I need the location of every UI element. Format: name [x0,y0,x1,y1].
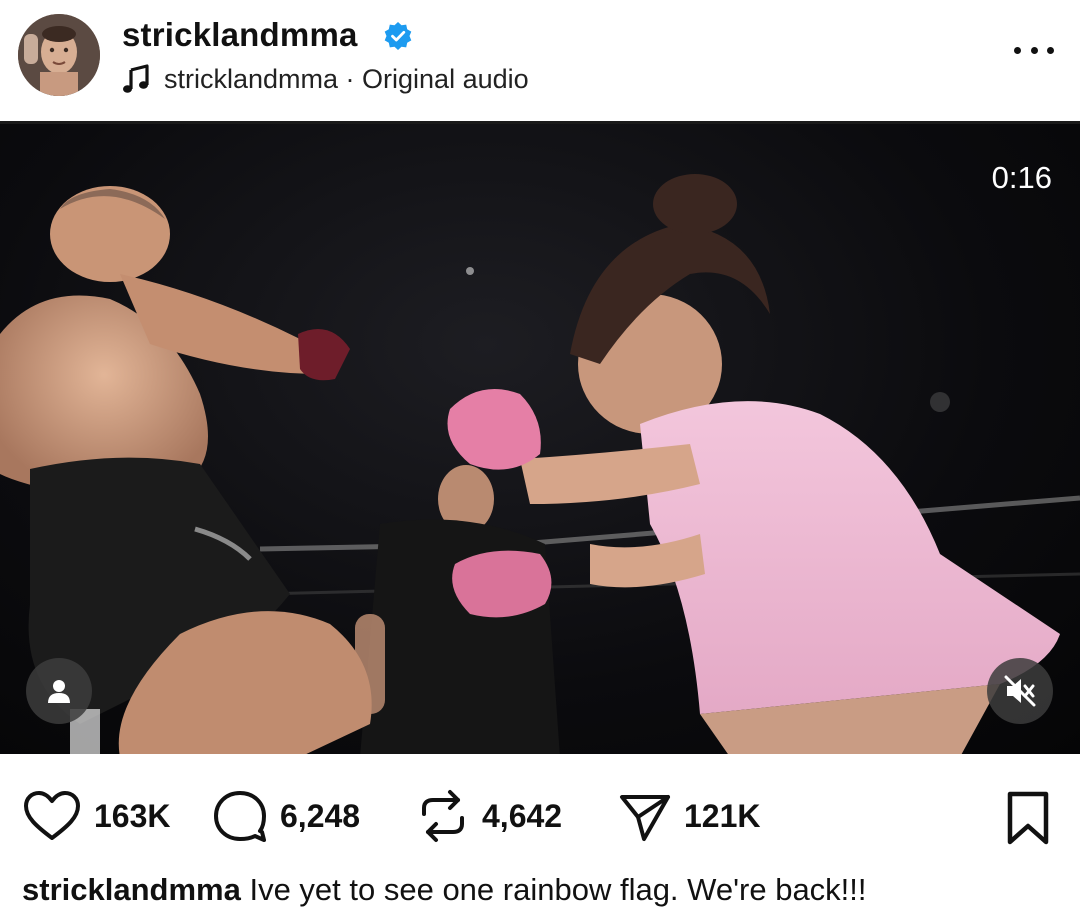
more-horizontal-icon [1014,46,1021,54]
caption-username[interactable]: stricklandmma [22,872,241,907]
user-tag-icon [48,680,70,703]
music-note-icon [123,64,149,93]
more-dot [1030,46,1038,54]
post-username[interactable]: stricklandmma [122,16,358,54]
caption-text: Ive yet to see one rainbow flag. We're b… [249,872,867,907]
muted-speaker-icon [1004,675,1036,707]
heart-icon [24,791,80,840]
video-frame [0,174,1080,754]
repost-button[interactable]: 4,642 [416,788,562,844]
more-options-button[interactable] [1014,40,1054,60]
repost-icon [422,790,464,842]
comment-count: 6,248 [280,797,361,834]
avatar[interactable] [18,14,100,96]
audio-label: stricklandmma · Original audio [164,63,529,94]
video-timestamp: 0:16 [991,160,1052,195]
verified-badge-icon [384,22,412,50]
action-bar: 163K 6,248 4,642 121K [0,780,1080,852]
bookmark-icon[interactable] [1002,790,1054,846]
paper-plane-icon [620,795,670,841]
comment-bubble-icon [214,791,266,842]
mute-toggle-button[interactable] [987,658,1053,724]
like-count: 163K [94,797,171,834]
tagged-users-button[interactable] [26,658,92,724]
post-header: stricklandmma stricklandmma · Original a… [0,0,1080,120]
repost-count: 4,642 [482,797,563,834]
comment-button[interactable]: 6,248 [212,788,360,844]
video-player[interactable]: 0:16 [0,121,1080,754]
share-count: 121K [684,797,761,834]
more-dot [1047,46,1054,54]
post-caption: stricklandmma Ive yet to see one rainbow… [22,872,867,908]
share-button[interactable]: 121K [618,788,761,844]
audio-link[interactable]: stricklandmma · Original audio [122,62,529,96]
like-button[interactable]: 163K [22,788,171,844]
avatar-image [18,14,100,96]
